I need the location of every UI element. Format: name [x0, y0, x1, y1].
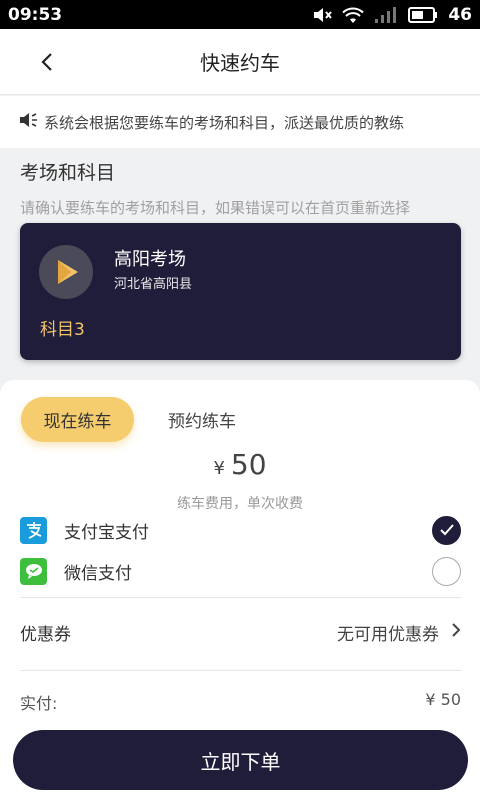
radio-unchecked-icon[interactable] [432, 556, 461, 586]
radio-checked-icon[interactable] [432, 515, 461, 545]
divider [20, 670, 461, 671]
section-subtitle: 请确认要练车的考场和科目，如果错误可以在首页重新选择 [20, 199, 411, 217]
payment-option-wechat[interactable]: 微信支付 [20, 554, 461, 588]
signal-icon [374, 6, 398, 24]
coupon-label: 优惠券 [20, 624, 71, 645]
wifi-icon [342, 6, 365, 24]
venue-card: 高阳考场 河北省高阳县 科目3 [20, 223, 461, 360]
alipay-icon [20, 516, 47, 544]
coupon-row[interactable]: 优惠券 无可用优惠券 [20, 612, 461, 652]
battery-icon [408, 6, 438, 23]
coupon-value: 无可用优惠券 [337, 624, 439, 645]
status-time: 09:53 [8, 4, 63, 25]
price-display: ¥50 [0, 448, 480, 481]
place-order-button[interactable]: 立即下单 [13, 730, 468, 790]
price-amount: 50 [230, 448, 267, 481]
payment-label-wechat: 微信支付 [64, 563, 132, 584]
notice-text: 系统会根据您要练车的考场和科目，派送最优质的教练 [44, 113, 405, 132]
price-note: 练车费用，单次收费 [177, 496, 303, 512]
chevron-right-icon [451, 622, 461, 642]
nav-bar: 快速约车 [0, 29, 480, 95]
payment-label-alipay: 支付宝支付 [64, 522, 149, 543]
paid-row: 实付: ¥ 50 [20, 690, 461, 714]
battery-level: 46 [448, 4, 472, 25]
tab-practice-now[interactable]: 现在练车 [21, 397, 134, 442]
price-currency: ¥ [213, 458, 225, 479]
notice-bar: 系统会根据您要练车的考场和科目，派送最优质的教练 [0, 96, 480, 148]
page-title: 快速约车 [200, 51, 280, 75]
divider [20, 597, 461, 598]
venue-name: 高阳考场 [114, 249, 186, 270]
venue-address: 河北省高阳县 [114, 277, 193, 292]
mute-icon [312, 6, 333, 24]
status-bar: 09:53 46 [0, 0, 480, 29]
paid-label: 实付: [20, 694, 58, 713]
tab-book-later[interactable]: 预约练车 [168, 407, 236, 432]
venue-subject: 科目3 [40, 320, 85, 340]
back-icon[interactable] [36, 50, 60, 74]
payment-option-alipay[interactable]: 支付宝支付 [20, 513, 461, 547]
speaker-icon [18, 111, 38, 133]
paid-value: ¥ 50 [425, 690, 461, 709]
section-title: 考场和科目 [20, 162, 116, 184]
play-logo-icon [39, 245, 93, 299]
wechat-icon [20, 557, 47, 585]
